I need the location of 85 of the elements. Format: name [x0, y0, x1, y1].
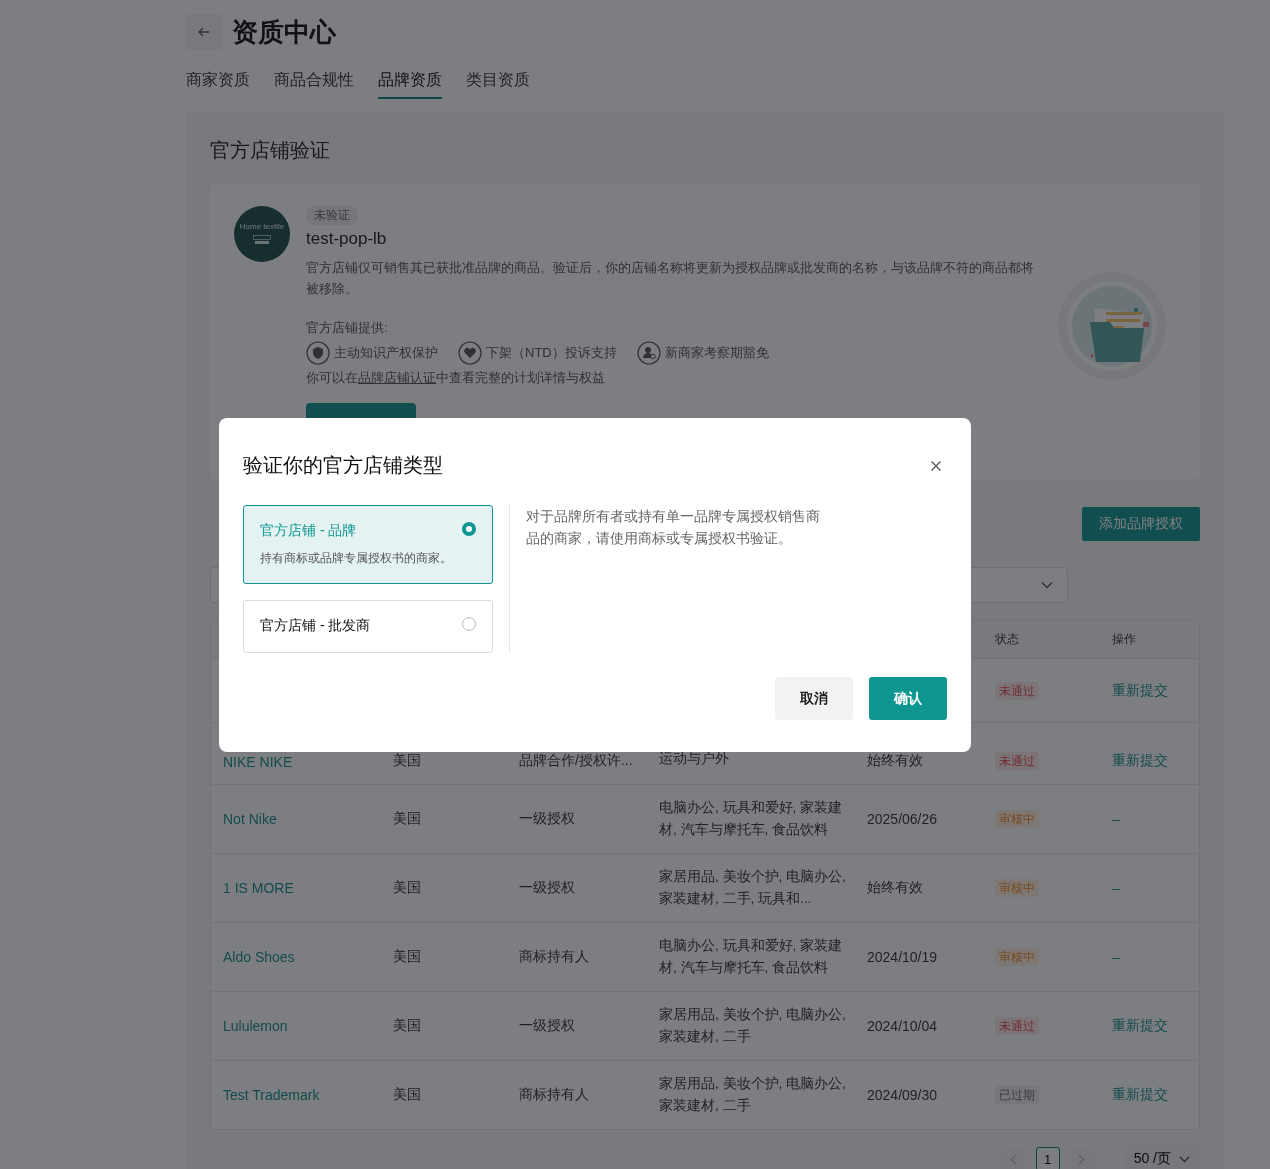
- table-cell: 始终有效: [867, 879, 923, 895]
- status-tag: 已过期: [995, 1086, 1039, 1104]
- resubmit-link[interactable]: –: [1112, 949, 1120, 965]
- chevron-down-icon: [1041, 581, 1053, 589]
- option-explanation: 对于品牌所有者或持有单一品牌专属授权销售商品的商家，请使用商标或专属授权书验证。: [526, 507, 821, 548]
- table-cell: 电脑办公, 玩具和爱好, 家装建材, 汽车与摩托车, 食品饮料: [659, 800, 842, 837]
- table-cell: 商标持有人: [519, 1086, 589, 1102]
- column-header: 状态: [995, 631, 1019, 646]
- table-cell: 家居用品, 美妆个护, 电脑办公, 家装建材, 二手: [659, 1007, 846, 1044]
- radio-button[interactable]: [462, 522, 476, 536]
- program-link[interactable]: 品牌店铺认证: [358, 370, 436, 385]
- benefit-label: 下架（NTD）投诉支持: [486, 344, 617, 362]
- status-tag: 未通过: [995, 681, 1039, 700]
- table-cell: 美国: [393, 752, 421, 768]
- confirm-button[interactable]: 确认: [869, 677, 947, 720]
- cancel-button[interactable]: 取消: [775, 677, 853, 720]
- status-tag: 未验证: [306, 206, 358, 225]
- table-cell: 一级授权: [519, 810, 575, 826]
- table-cell: 美国: [393, 810, 421, 826]
- table-cell: 美国: [393, 948, 421, 964]
- avatar-text: Home textile: [239, 221, 285, 231]
- page-button[interactable]: 1: [1035, 1147, 1060, 1169]
- back-button[interactable]: [186, 14, 222, 50]
- option-description: 持有商标或品牌专属授权书的商家。: [260, 550, 452, 567]
- tab[interactable]: 品牌资质: [378, 70, 442, 99]
- brand-link[interactable]: Lululemon: [223, 1018, 288, 1034]
- back-arrow-icon: [197, 25, 211, 39]
- close-button[interactable]: [929, 458, 943, 473]
- status-tag: 未通过: [995, 1017, 1039, 1035]
- store-type-option[interactable]: 官方店铺 - 批发商: [243, 600, 493, 653]
- status-tag: 审核中: [995, 810, 1039, 828]
- brand-link[interactable]: Aldo Shoes: [223, 949, 295, 965]
- table-cell: 一级授权: [519, 1017, 575, 1033]
- brand-link[interactable]: Not Nike: [223, 811, 277, 827]
- table-cell: 家居用品, 美妆个护, 电脑办公, 家装建材, 二手, 玩具和...: [659, 869, 846, 906]
- status-tag: 审核中: [995, 879, 1039, 897]
- table-cell: 2024/10/19: [867, 949, 938, 965]
- section-title: 官方店铺验证: [210, 138, 331, 163]
- tab[interactable]: 类目资质: [466, 70, 530, 99]
- table-cell: 一级授权: [519, 879, 575, 895]
- user-icon: [636, 341, 661, 365]
- brand-link[interactable]: NIKE NIKE: [223, 754, 293, 770]
- column-header: 操作: [1112, 631, 1136, 646]
- resubmit-link[interactable]: 重新提交: [1112, 1086, 1168, 1102]
- chevron-right-icon: [1078, 1153, 1086, 1165]
- resubmit-link[interactable]: 重新提交: [1112, 1017, 1168, 1033]
- table-cell: 家居用品, 美妆个护, 电脑办公, 家装建材, 二手: [659, 1076, 846, 1113]
- resubmit-link[interactable]: 重新提交: [1112, 752, 1168, 768]
- option-title: 官方店铺 - 批发商: [260, 617, 371, 635]
- brand-link[interactable]: 1 IS MORE: [223, 880, 294, 896]
- dialog-title: 验证你的官方店铺类型: [243, 453, 443, 478]
- brand-link[interactable]: Test Trademark: [223, 1087, 320, 1103]
- table-cell: 品牌合作/授权许...: [519, 752, 633, 768]
- tab[interactable]: 商家资质: [186, 70, 250, 99]
- resubmit-link[interactable]: –: [1112, 811, 1120, 827]
- status-tag: 审核中: [995, 948, 1039, 966]
- store-type-option[interactable]: 官方店铺 - 品牌 持有商标或品牌专属授权书的商家。: [243, 505, 493, 584]
- store-description: 官方店铺仅可销售其已获批准品牌的商品。验证后，你的店铺名称将更新为授权品牌或批发商的名称，与该品牌不符的商品都将被移除。: [306, 259, 1035, 298]
- table-cell: 2024/10/04: [867, 1018, 938, 1034]
- table-cell: 美国: [393, 879, 421, 895]
- table-cell: 电脑办公, 玩具和爱好, 家装建材, 汽车与摩托车, 食品饮料: [659, 938, 842, 975]
- store-name: test-pop-lb: [306, 229, 387, 249]
- table-cell: 美国: [393, 1086, 421, 1102]
- program-note: 你可以在品牌店铺认证中查看完整的计划详情与权益: [306, 369, 605, 387]
- chevron-down-icon: [1179, 1155, 1190, 1163]
- table-cell: 2024/09/30: [867, 1087, 938, 1103]
- option-title: 官方店铺 - 品牌: [260, 522, 358, 540]
- add-brand-button[interactable]: 添加品牌授权: [1082, 507, 1200, 541]
- radio-button[interactable]: [462, 617, 476, 631]
- table-cell: 始终有效: [867, 752, 923, 768]
- table-cell: 运动与户外: [659, 751, 729, 766]
- store-sign-icon: [253, 234, 271, 247]
- chevron-left-icon: [1010, 1153, 1018, 1165]
- benefits-label: 官方店铺提供:: [306, 319, 388, 337]
- status-tag: 未通过: [995, 752, 1039, 770]
- resubmit-link[interactable]: 重新提交: [1112, 681, 1168, 698]
- benefit-label: 新商家考察期豁免: [664, 344, 769, 362]
- table-cell: 2025/06/26: [867, 811, 938, 827]
- benefit-label: 主动知识产权保护: [334, 344, 438, 362]
- page-title: 资质中心: [232, 15, 336, 49]
- shield-icon: [306, 341, 330, 365]
- tab[interactable]: 商品合规性: [274, 70, 354, 99]
- table-cell: 美国: [393, 1017, 421, 1033]
- resubmit-link[interactable]: –: [1112, 880, 1120, 896]
- table-cell: 商标持有人: [519, 948, 589, 964]
